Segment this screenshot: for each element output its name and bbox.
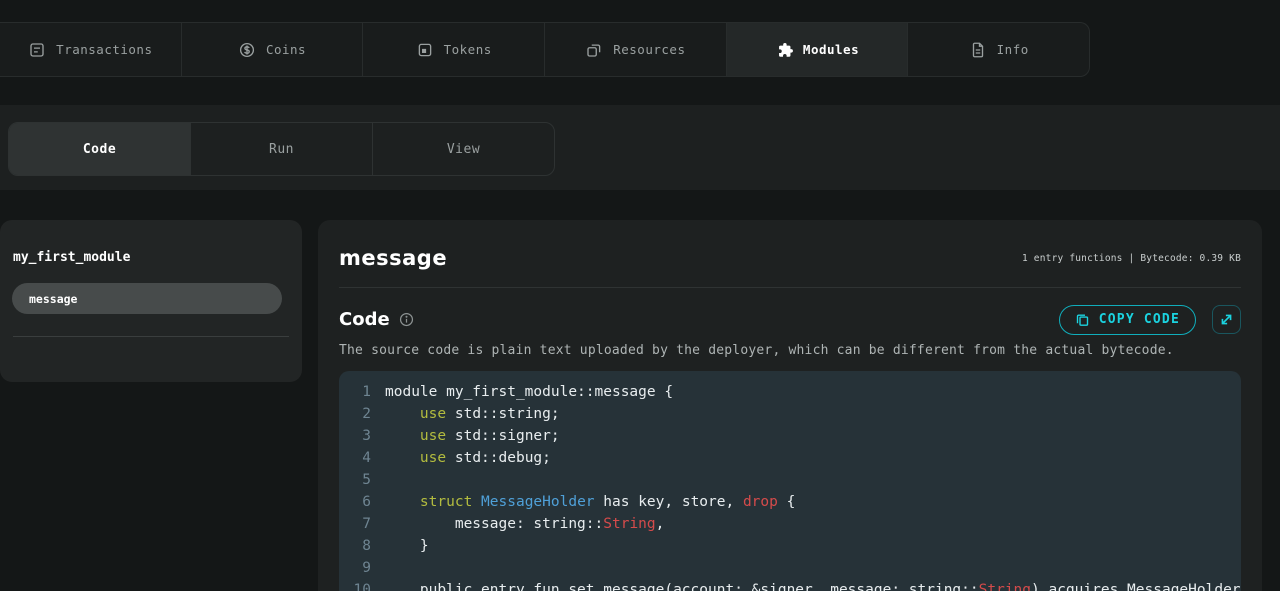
nav-tab-label: Info (997, 42, 1029, 57)
nav-tab-label: Tokens (444, 42, 492, 57)
code-block: 1module my_first_module::message {2 use … (339, 371, 1241, 591)
document-icon (969, 41, 987, 59)
coin-icon (238, 41, 256, 59)
line-number: 4 (339, 447, 371, 469)
subtab-code[interactable]: Code (9, 123, 191, 175)
line-content: use std::string; (371, 403, 560, 425)
copy-code-label: COPY CODE (1099, 312, 1180, 327)
subtab-band: Code Run View (0, 105, 1280, 190)
code-line: 4 use std::debug; (339, 447, 1241, 469)
nav-tab-label: Resources (613, 42, 685, 57)
expand-code-button[interactable] (1212, 305, 1241, 334)
line-content: message: string::String, (371, 513, 664, 535)
line-content: use std::debug; (371, 447, 551, 469)
subtab-label: View (447, 142, 480, 157)
content-area: my_first_module message message 1 entry … (0, 190, 1280, 591)
module-detail-panel: message 1 entry functions | Bytecode: 0.… (318, 220, 1262, 591)
layers-icon (585, 41, 603, 59)
code-line: 2 use std::string; (339, 403, 1241, 425)
code-line: 8 } (339, 535, 1241, 557)
copy-icon (1075, 312, 1090, 327)
subtab-view[interactable]: View (373, 123, 554, 175)
code-section-title-group: Code (339, 309, 414, 330)
module-stats: 1 entry functions | Bytecode: 0.39 KB (1022, 253, 1241, 264)
line-content: struct MessageHolder has key, store, dro… (371, 491, 795, 513)
line-number: 6 (339, 491, 371, 513)
module-name: my_first_module (13, 250, 130, 265)
nav-tab-info[interactable]: Info (908, 23, 1089, 76)
line-content: } (371, 535, 429, 557)
code-line: 5 (339, 469, 1241, 491)
line-number: 7 (339, 513, 371, 535)
line-number: 2 (339, 403, 371, 425)
subtab-group: Code Run View (8, 122, 555, 176)
nav-tab-transactions[interactable]: Transactions (0, 23, 182, 76)
nav-tab-label: Coins (266, 42, 306, 57)
subtab-label: Code (83, 142, 116, 157)
line-number: 3 (339, 425, 371, 447)
code-line: 3 use std::signer; (339, 425, 1241, 447)
nav-tab-modules[interactable]: Modules (727, 23, 909, 76)
page-title: message (339, 245, 447, 271)
receipt-icon (28, 41, 46, 59)
line-number: 9 (339, 557, 371, 579)
code-line: 9 (339, 557, 1241, 579)
nav-tab-tokens[interactable]: Tokens (363, 23, 545, 76)
code-line: 10 public entry fun set_message(account:… (339, 579, 1241, 591)
divider (339, 287, 1241, 288)
line-content (371, 469, 385, 491)
puzzle-icon (775, 41, 793, 59)
code-line: 6 struct MessageHolder has key, store, d… (339, 491, 1241, 513)
line-content: public entry fun set_message(account: &s… (371, 579, 1241, 591)
code-actions: COPY CODE (1059, 305, 1241, 335)
line-content (371, 557, 385, 579)
line-number: 5 (339, 469, 371, 491)
line-number: 1 (339, 381, 371, 403)
line-number: 8 (339, 535, 371, 557)
subtab-label: Run (269, 142, 294, 157)
subtab-run[interactable]: Run (191, 123, 373, 175)
code-line: 1module my_first_module::message { (339, 381, 1241, 403)
section-title: Code (339, 309, 390, 330)
code-section-description: The source code is plain text uploaded b… (339, 343, 1241, 358)
divider (13, 336, 289, 337)
code-line: 7 message: string::String, (339, 513, 1241, 535)
info-icon[interactable] (399, 312, 414, 327)
line-number: 10 (339, 579, 371, 591)
module-sidebar: my_first_module message (0, 220, 302, 382)
nav-tab-resources[interactable]: Resources (545, 23, 727, 76)
expand-icon (1219, 312, 1234, 327)
copy-code-button[interactable]: COPY CODE (1059, 305, 1196, 335)
token-icon (416, 41, 434, 59)
nav-tab-coins[interactable]: Coins (182, 23, 364, 76)
line-content: module my_first_module::message { (371, 381, 673, 403)
sidebar-item-message[interactable]: message (12, 283, 282, 314)
sidebar-item-label: message (29, 292, 77, 306)
nav-tab-label: Modules (803, 42, 859, 57)
top-nav: Transactions Coins Tokens Resources Modules I… (0, 22, 1090, 77)
panel-header: message 1 entry functions | Bytecode: 0.… (339, 220, 1241, 271)
nav-tab-label: Transactions (56, 42, 152, 57)
module-list: message (12, 283, 282, 314)
code-section-header: Code COPY CODE (339, 304, 1241, 335)
line-content: use std::signer; (371, 425, 560, 447)
